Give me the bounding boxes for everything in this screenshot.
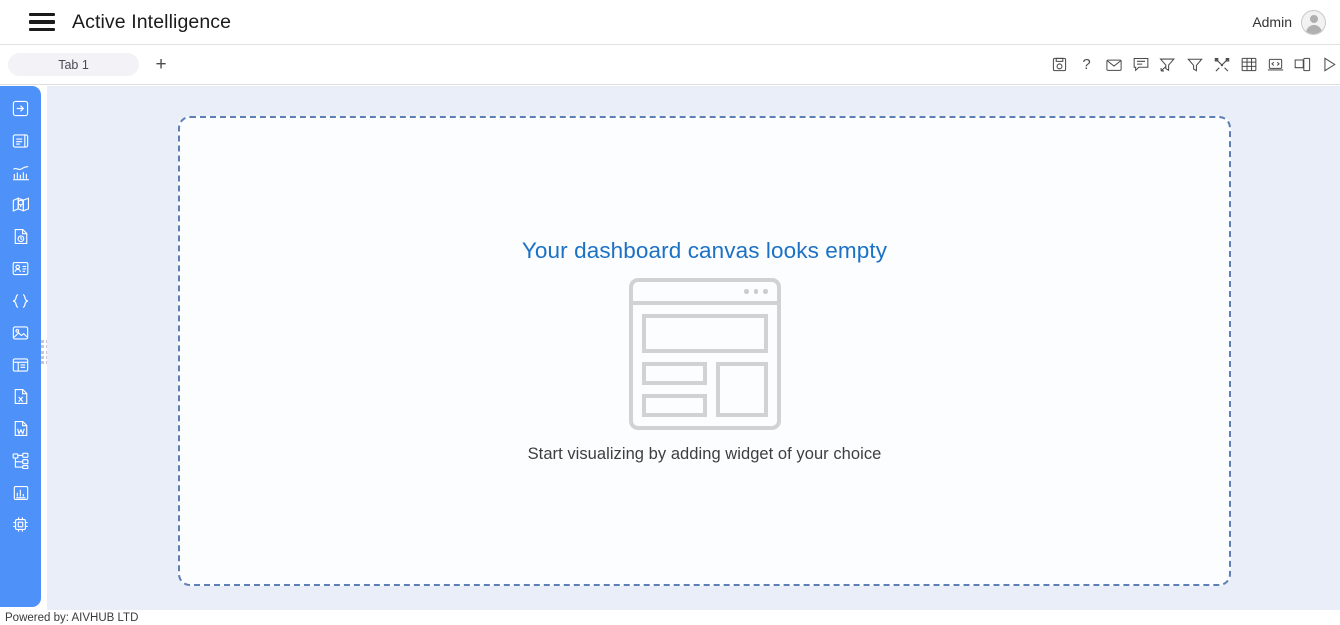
- hamburger-bar-3: [29, 28, 55, 32]
- resize-dot: [41, 340, 44, 343]
- app-header: Active Intelligence Admin: [0, 0, 1340, 45]
- empty-state-subtitle: Start visualizing by adding widget of yo…: [527, 445, 882, 463]
- comment-icon[interactable]: [1132, 56, 1149, 73]
- footer: Powered by: AIVHUB LTD: [0, 610, 1340, 625]
- footer-powered-by-label: Powered by: AIVHUB LTD: [5, 611, 139, 624]
- tab-list: Tab 1: [8, 53, 139, 76]
- sidebar-item-excel[interactable]: [10, 386, 31, 407]
- wireframe-body: [633, 305, 777, 426]
- tab-label: Tab 1: [58, 57, 89, 72]
- duplicate-icon[interactable]: [1294, 56, 1311, 73]
- sidebar-item-report-refresh[interactable]: [10, 226, 31, 247]
- sidebar-item-dashboard-panel[interactable]: [10, 130, 31, 151]
- resize-dot: [41, 350, 44, 354]
- wireframe-lower-row: [641, 362, 768, 417]
- tools-icon[interactable]: [1213, 56, 1230, 73]
- user-avatar-icon[interactable]: [1301, 9, 1326, 35]
- table-grid-icon[interactable]: [1240, 56, 1257, 73]
- wireframe-titlebar: [632, 282, 777, 305]
- sidebar-item-word[interactable]: [10, 418, 31, 439]
- app-title: Active Intelligence: [72, 10, 232, 33]
- sidebar-item-map[interactable]: [10, 194, 31, 215]
- toolbar-icon-group: ?: [1051, 56, 1340, 73]
- dashboard-canvas-area: Your dashboard canvas looks empty Start …: [47, 86, 1340, 610]
- email-icon[interactable]: [1105, 56, 1122, 73]
- user-name-label: Admin: [1252, 14, 1292, 30]
- sidebar-item-import[interactable]: [10, 98, 31, 119]
- wireframe-panel-bottom-left: [641, 394, 707, 417]
- sidebar-item-chart[interactable]: [10, 482, 31, 503]
- wireframe-panel-right: [715, 362, 768, 417]
- header-user-area[interactable]: Admin: [1252, 9, 1326, 35]
- save-icon[interactable]: [1051, 56, 1068, 73]
- tab-item-1[interactable]: Tab 1: [8, 53, 139, 76]
- filter-icon[interactable]: [1186, 56, 1203, 73]
- wireframe-panel-middle-left: [641, 362, 707, 385]
- sidebar-item-code[interactable]: [10, 290, 31, 311]
- sidebar-item-image[interactable]: [10, 322, 31, 343]
- embed-code-icon[interactable]: [1267, 56, 1284, 73]
- sidebar-item-contact-card[interactable]: [10, 258, 31, 279]
- wireframe-dot: [744, 289, 749, 294]
- play-icon[interactable]: [1321, 56, 1338, 73]
- sidebar-item-hierarchy[interactable]: [10, 450, 31, 471]
- wireframe-window-frame: [628, 278, 781, 430]
- hamburger-menu-icon[interactable]: [29, 12, 55, 32]
- empty-state-title: Your dashboard canvas looks empty: [521, 238, 888, 263]
- tab-bar: Tab 1 + ?: [0, 45, 1340, 85]
- resize-dot: [41, 361, 44, 365]
- hamburger-bar-2: [29, 20, 55, 24]
- resize-dot: [41, 345, 44, 349]
- clear-filter-icon[interactable]: [1159, 56, 1176, 73]
- sidebar-item-processor[interactable]: [10, 514, 31, 535]
- dashboard-dropzone[interactable]: Your dashboard canvas looks empty Start …: [178, 116, 1231, 586]
- sidebar-item-webpage[interactable]: [10, 354, 31, 375]
- left-sidebar: [0, 86, 41, 607]
- wireframe-dot: [753, 289, 758, 294]
- wireframe-panel-top: [641, 314, 768, 353]
- hamburger-bar-1: [29, 12, 55, 16]
- help-icon[interactable]: ?: [1078, 56, 1095, 73]
- wireframe-dot: [763, 289, 768, 294]
- add-tab-button[interactable]: +: [151, 55, 171, 75]
- sidebar-item-analytics[interactable]: [10, 162, 31, 183]
- dashboard-wireframe-illustration: [628, 278, 781, 430]
- resize-dot: [41, 355, 44, 359]
- wireframe-lower-left-column: [641, 362, 707, 417]
